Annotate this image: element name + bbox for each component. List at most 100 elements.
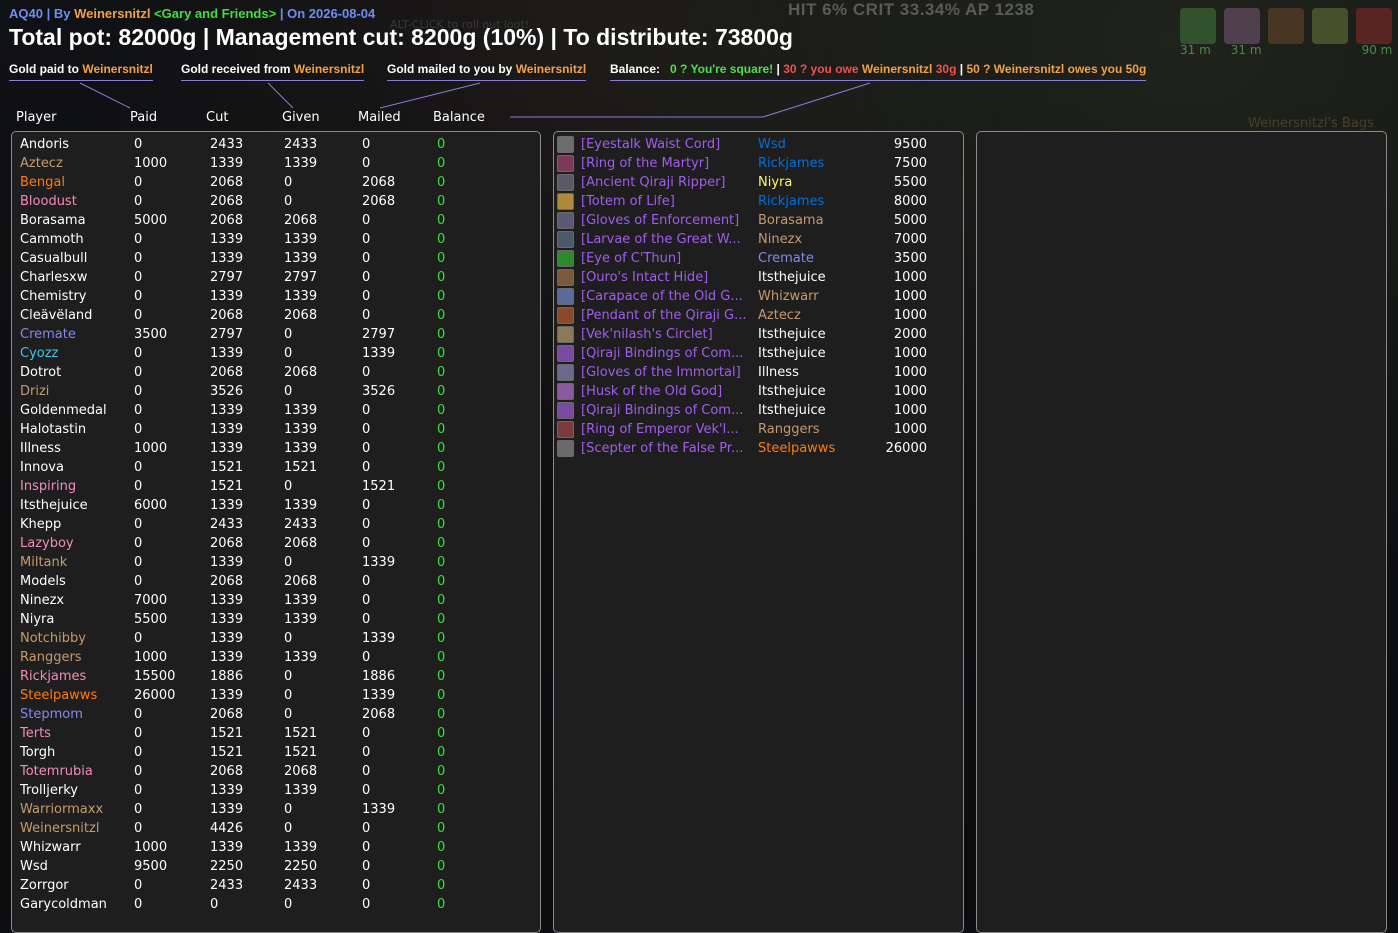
item-link[interactable]: [Totem of Life] (581, 192, 675, 211)
player-mailed: 0 (362, 783, 371, 798)
circlet-icon[interactable] (557, 326, 574, 343)
col-header-paid[interactable]: Paid (130, 110, 157, 125)
item-link[interactable]: [Husk of the Old God] (581, 382, 722, 401)
empty-panel (976, 131, 1387, 933)
player-given: 1339 (284, 232, 318, 247)
item-link[interactable]: [Vek'nilash's Circlet] (581, 325, 713, 344)
separator: | (279, 6, 284, 21)
col-header-mailed[interactable]: Mailed (358, 110, 401, 125)
player-mailed: 0 (362, 650, 371, 665)
item-link[interactable]: [Ring of the Martyr] (581, 154, 709, 173)
player-name: Garycoldman (20, 897, 107, 912)
col-header-balance[interactable]: Balance (433, 110, 485, 125)
player-cut: 2068 (210, 764, 244, 779)
eye-icon[interactable] (557, 250, 574, 267)
player-name: Cyozz (20, 346, 59, 361)
player-balance: 0 (437, 669, 446, 684)
player-paid: 0 (134, 726, 143, 741)
player-cut: 1521 (210, 460, 244, 475)
totem-icon[interactable] (557, 193, 574, 210)
player-name: Weinersnitzl (20, 821, 100, 836)
item-price: 1000 (893, 384, 927, 399)
item-link[interactable]: [Ring of Emperor Vek'l... (581, 420, 739, 439)
item-link[interactable]: [Scepter of the False Pr... (581, 439, 743, 458)
player-cut: 1886 (210, 669, 244, 684)
player-mailed: 0 (362, 213, 371, 228)
player-cut: 2068 (210, 574, 244, 589)
bindings-icon[interactable] (557, 402, 574, 419)
ring-icon[interactable] (557, 421, 574, 438)
bindings-icon[interactable] (557, 345, 574, 362)
carapace-icon[interactable] (557, 288, 574, 305)
scepter-icon[interactable] (557, 440, 574, 457)
belt-icon[interactable] (557, 136, 574, 153)
player-given: 0 (284, 346, 293, 361)
item-winner: Rickjames (758, 156, 825, 171)
player-balance: 0 (437, 289, 446, 304)
item-link[interactable]: [Gloves of Enforcement] (581, 211, 739, 230)
player-mailed: 0 (362, 840, 371, 855)
item-link[interactable]: [Eye of C'Thun] (581, 249, 681, 268)
player-name: Warriormaxx (20, 802, 104, 817)
col-header-cut[interactable]: Cut (206, 110, 228, 125)
player-name: Cammoth (20, 232, 84, 247)
player-cut: 1339 (210, 422, 244, 437)
player-name: Notchibby (20, 631, 86, 646)
player-paid: 0 (134, 574, 143, 589)
item-price: 9500 (893, 137, 927, 152)
player-mailed: 1339 (362, 555, 396, 570)
player-cut: 1339 (210, 631, 244, 646)
player-mailed: 0 (362, 270, 371, 285)
player-given: 2250 (284, 859, 318, 874)
item-price: 8000 (893, 194, 927, 209)
sword-icon[interactable] (557, 174, 574, 191)
larvae-icon[interactable] (557, 231, 574, 248)
item-price: 1000 (893, 308, 927, 323)
player-paid: 15500 (134, 669, 176, 684)
legend-paid-name: Weinersnitzl (82, 62, 153, 76)
player-mailed: 2068 (362, 175, 396, 190)
player-paid: 0 (134, 308, 143, 323)
player-cut: 2068 (210, 536, 244, 551)
hide-icon[interactable] (557, 269, 574, 286)
player-mailed: 0 (362, 365, 371, 380)
item-price: 5500 (893, 175, 927, 190)
player-mailed: 0 (362, 859, 371, 874)
item-link[interactable]: [Eyestalk Waist Cord] (581, 135, 720, 154)
item-link[interactable]: [Carapace of the Old G... (581, 287, 743, 306)
item-link[interactable]: [Ancient Qiraji Ripper] (581, 173, 726, 192)
on-label: On (287, 6, 306, 21)
player-paid: 0 (134, 384, 143, 399)
player-cut: 2250 (210, 859, 244, 874)
player-balance: 0 (437, 612, 446, 627)
player-given: 2433 (284, 137, 318, 152)
pendant-icon[interactable] (557, 307, 574, 324)
player-balance: 0 (437, 327, 446, 342)
col-header-given[interactable]: Given (282, 110, 320, 125)
player-cut: 2433 (210, 137, 244, 152)
player-cut: 2068 (210, 175, 244, 190)
gloves-icon[interactable] (557, 364, 574, 381)
player-name: Cremate (20, 327, 76, 342)
item-link[interactable]: [Ouro's Intact Hide] (581, 268, 708, 287)
item-link[interactable]: [Larvae of the Great W... (581, 230, 741, 249)
ring-icon[interactable] (557, 155, 574, 172)
item-link[interactable]: [Qiraji Bindings of Com... (581, 344, 743, 363)
item-price: 1000 (893, 289, 927, 304)
legend-mailed-name: Weinersnitzl (515, 62, 587, 76)
legend-received: Gold received from Weinersnitzl (181, 62, 365, 81)
buff-icon (1312, 8, 1348, 44)
player-balance: 0 (437, 346, 446, 361)
item-link[interactable]: [Gloves of the Immortal] (581, 363, 741, 382)
husk-icon[interactable] (557, 383, 574, 400)
item-link[interactable]: [Qiraji Bindings of Com... (581, 401, 743, 420)
player-name: Halotastin (20, 422, 87, 437)
col-header-player[interactable]: Player (16, 110, 56, 125)
gloves-icon[interactable] (557, 212, 574, 229)
item-link[interactable]: [Pendant of the Qiraji G... (581, 306, 746, 325)
player-paid: 0 (134, 137, 143, 152)
player-balance: 0 (437, 840, 446, 855)
player-name: Rickjames (20, 669, 87, 684)
player-paid: 5500 (134, 612, 168, 627)
item-price: 1000 (893, 365, 927, 380)
